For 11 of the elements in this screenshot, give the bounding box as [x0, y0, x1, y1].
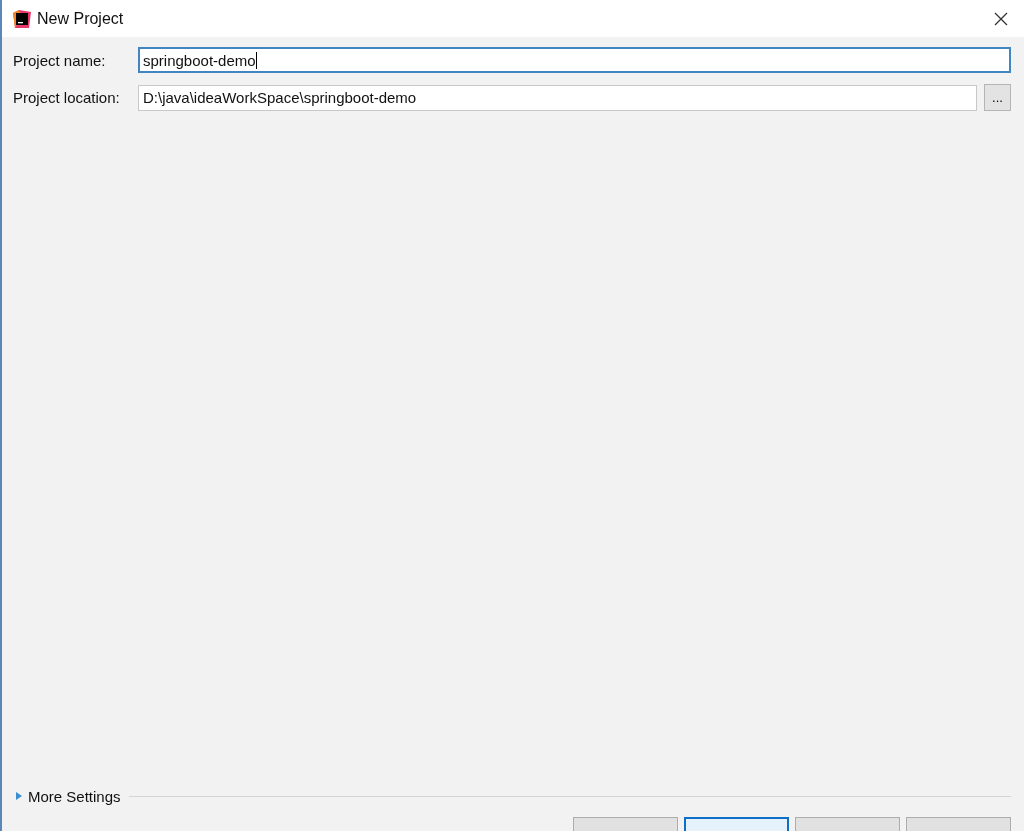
browse-button[interactable]: ...	[984, 84, 1011, 111]
text-cursor	[255, 51, 257, 69]
text-field[interactable]: D:\java\ideaWorkSpace\springboot-demo	[138, 84, 977, 111]
close-icon[interactable]	[994, 11, 1008, 26]
more-settings-toggle[interactable]: More Settings	[28, 787, 121, 805]
expand-triangle-icon[interactable]	[16, 792, 22, 800]
app-logo-icon	[13, 9, 31, 28]
window-title: New Project	[37, 9, 125, 28]
text-field[interactable]: springboot-demo	[138, 47, 1011, 73]
field-label: Project location:	[13, 89, 121, 106]
field-label: Project name:	[13, 51, 107, 69]
